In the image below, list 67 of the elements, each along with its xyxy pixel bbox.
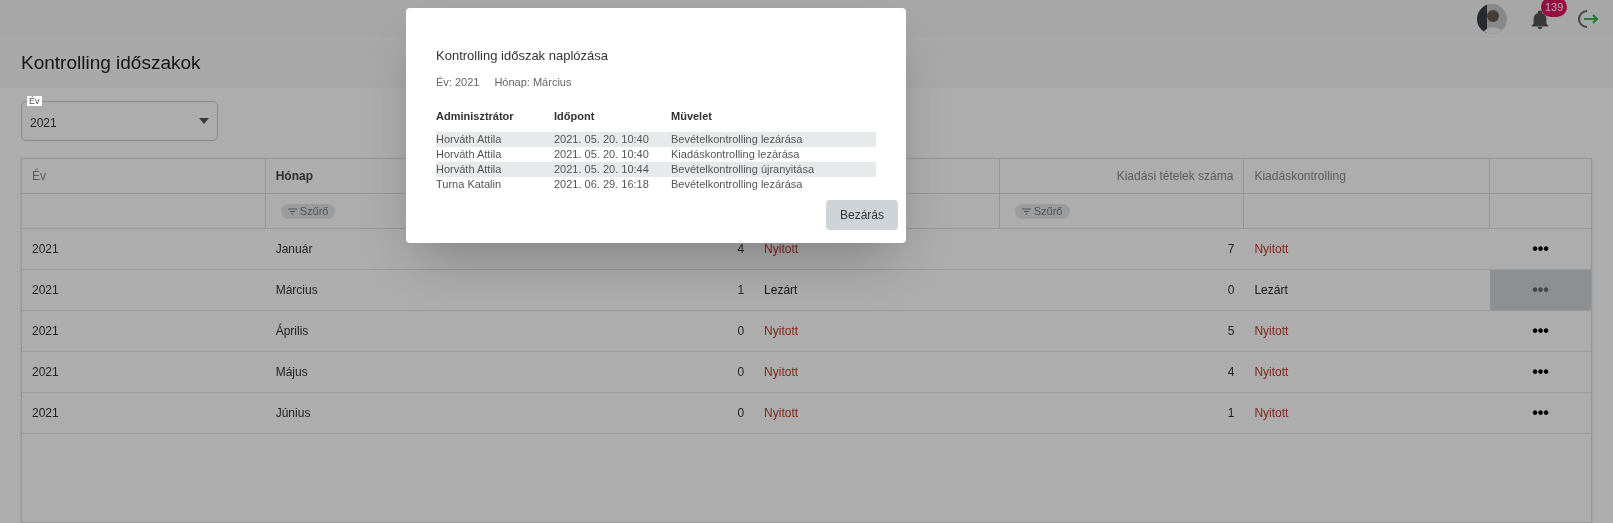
select-label: Év — [27, 96, 42, 106]
more-actions-button[interactable]: ••• — [1490, 311, 1591, 351]
more-actions-button[interactable]: ••• — [1490, 393, 1591, 433]
column-header[interactable]: Kiadási tételek száma — [1116, 167, 1234, 185]
status-text: Nyitott — [764, 405, 799, 422]
notification-badge: 139 — [1541, 0, 1568, 17]
table-cell-text: 2021 — [32, 405, 59, 422]
table-cell-text: Március — [275, 282, 318, 299]
table-cell-text: 1 — [1227, 405, 1235, 422]
status-text: Nyitott — [764, 323, 799, 340]
column-header[interactable]: Hónap — [275, 167, 314, 185]
filter-chip[interactable]: Szűrő — [1014, 203, 1070, 219]
table-cell-text: 0 — [737, 405, 745, 422]
log-cell-text: Bevételkontrolling lezárása — [671, 176, 804, 192]
log-column-header: Müvelet — [671, 108, 713, 122]
log-cell-text: 2021. 05. 20. 10:40 — [554, 131, 650, 147]
table-cell-text: 2021 — [32, 282, 59, 299]
log-cell-text: Kiadáskontrolling lezárása — [671, 146, 801, 162]
log-cell-text: Horváth Attila — [436, 146, 503, 162]
log-column-header: Időpont — [554, 108, 596, 122]
log-cell-text: Turna Katalin — [436, 176, 503, 192]
table-cell-text: 1 — [737, 282, 745, 299]
status-text: Nyitott — [1254, 405, 1289, 422]
column-header[interactable]: Kiadáskontrolling — [1254, 167, 1346, 185]
filter-icon — [287, 207, 297, 215]
log-column-header: Adminisztrátor — [436, 108, 515, 122]
filter-icon — [1021, 207, 1031, 215]
close-button[interactable]: Bezárás — [826, 199, 898, 230]
log-cell-text: 2021. 05. 20. 10:44 — [554, 161, 650, 177]
table-cell-text: 7 — [1227, 241, 1235, 258]
table-cell-text: Május — [275, 364, 308, 381]
status-text: Nyitott — [1254, 241, 1289, 258]
select-value: 2021 — [30, 115, 57, 132]
logout-icon[interactable] — [1575, 8, 1599, 30]
status-text: Lezárt — [1254, 282, 1288, 299]
status-text: Nyitott — [764, 364, 799, 381]
table-cell-text: 0 — [737, 323, 745, 340]
table-cell-text: 2021 — [32, 241, 59, 258]
more-actions-button[interactable]: ••• — [1490, 229, 1591, 269]
log-cell-text: 2021. 05. 20. 10:40 — [554, 146, 650, 162]
table-cell-text: 2021 — [32, 323, 59, 340]
table-cell-text: 0 — [1227, 282, 1235, 299]
log-cell-text: Bevételkontrolling lezárása — [671, 131, 804, 147]
table-cell: Április — [275, 322, 309, 340]
dialog-title: Kontrolling időszak naplózása — [436, 48, 609, 64]
status-text: Nyitott — [764, 241, 799, 258]
dialog-year: Év: 2021 — [436, 75, 480, 90]
status-text: Nyitott — [1254, 364, 1289, 381]
log-cell-text: 2021. 06. 29. 16:18 — [554, 176, 650, 192]
status-text: Lezárt — [764, 282, 798, 299]
status-text: Nyitott — [1254, 323, 1289, 340]
log-cell-text: Horváth Attila — [436, 161, 503, 177]
filter-chip[interactable]: Szűrő — [280, 203, 336, 219]
dropdown-caret-icon — [199, 118, 209, 124]
more-actions-button[interactable]: ••• — [1490, 352, 1591, 392]
table-cell-text: 5 — [1227, 323, 1235, 340]
table-cell-text: 2021 — [32, 364, 59, 381]
table-cell-text: 4 — [737, 241, 745, 258]
log-cell-text: Bevételkontrolling újranyitása — [671, 161, 816, 177]
table-cell-text: Január — [275, 241, 313, 258]
table-cell-text: Június — [275, 405, 311, 422]
bell-icon[interactable] — [1529, 9, 1551, 31]
table-cell-text: 4 — [1227, 364, 1235, 381]
dialog-month: Hónap: Március — [494, 75, 572, 90]
table-cell-text: 0 — [737, 364, 745, 381]
page-title: Kontrolling időszakok — [21, 50, 201, 75]
log-cell-text: Horváth Attila — [436, 131, 503, 147]
